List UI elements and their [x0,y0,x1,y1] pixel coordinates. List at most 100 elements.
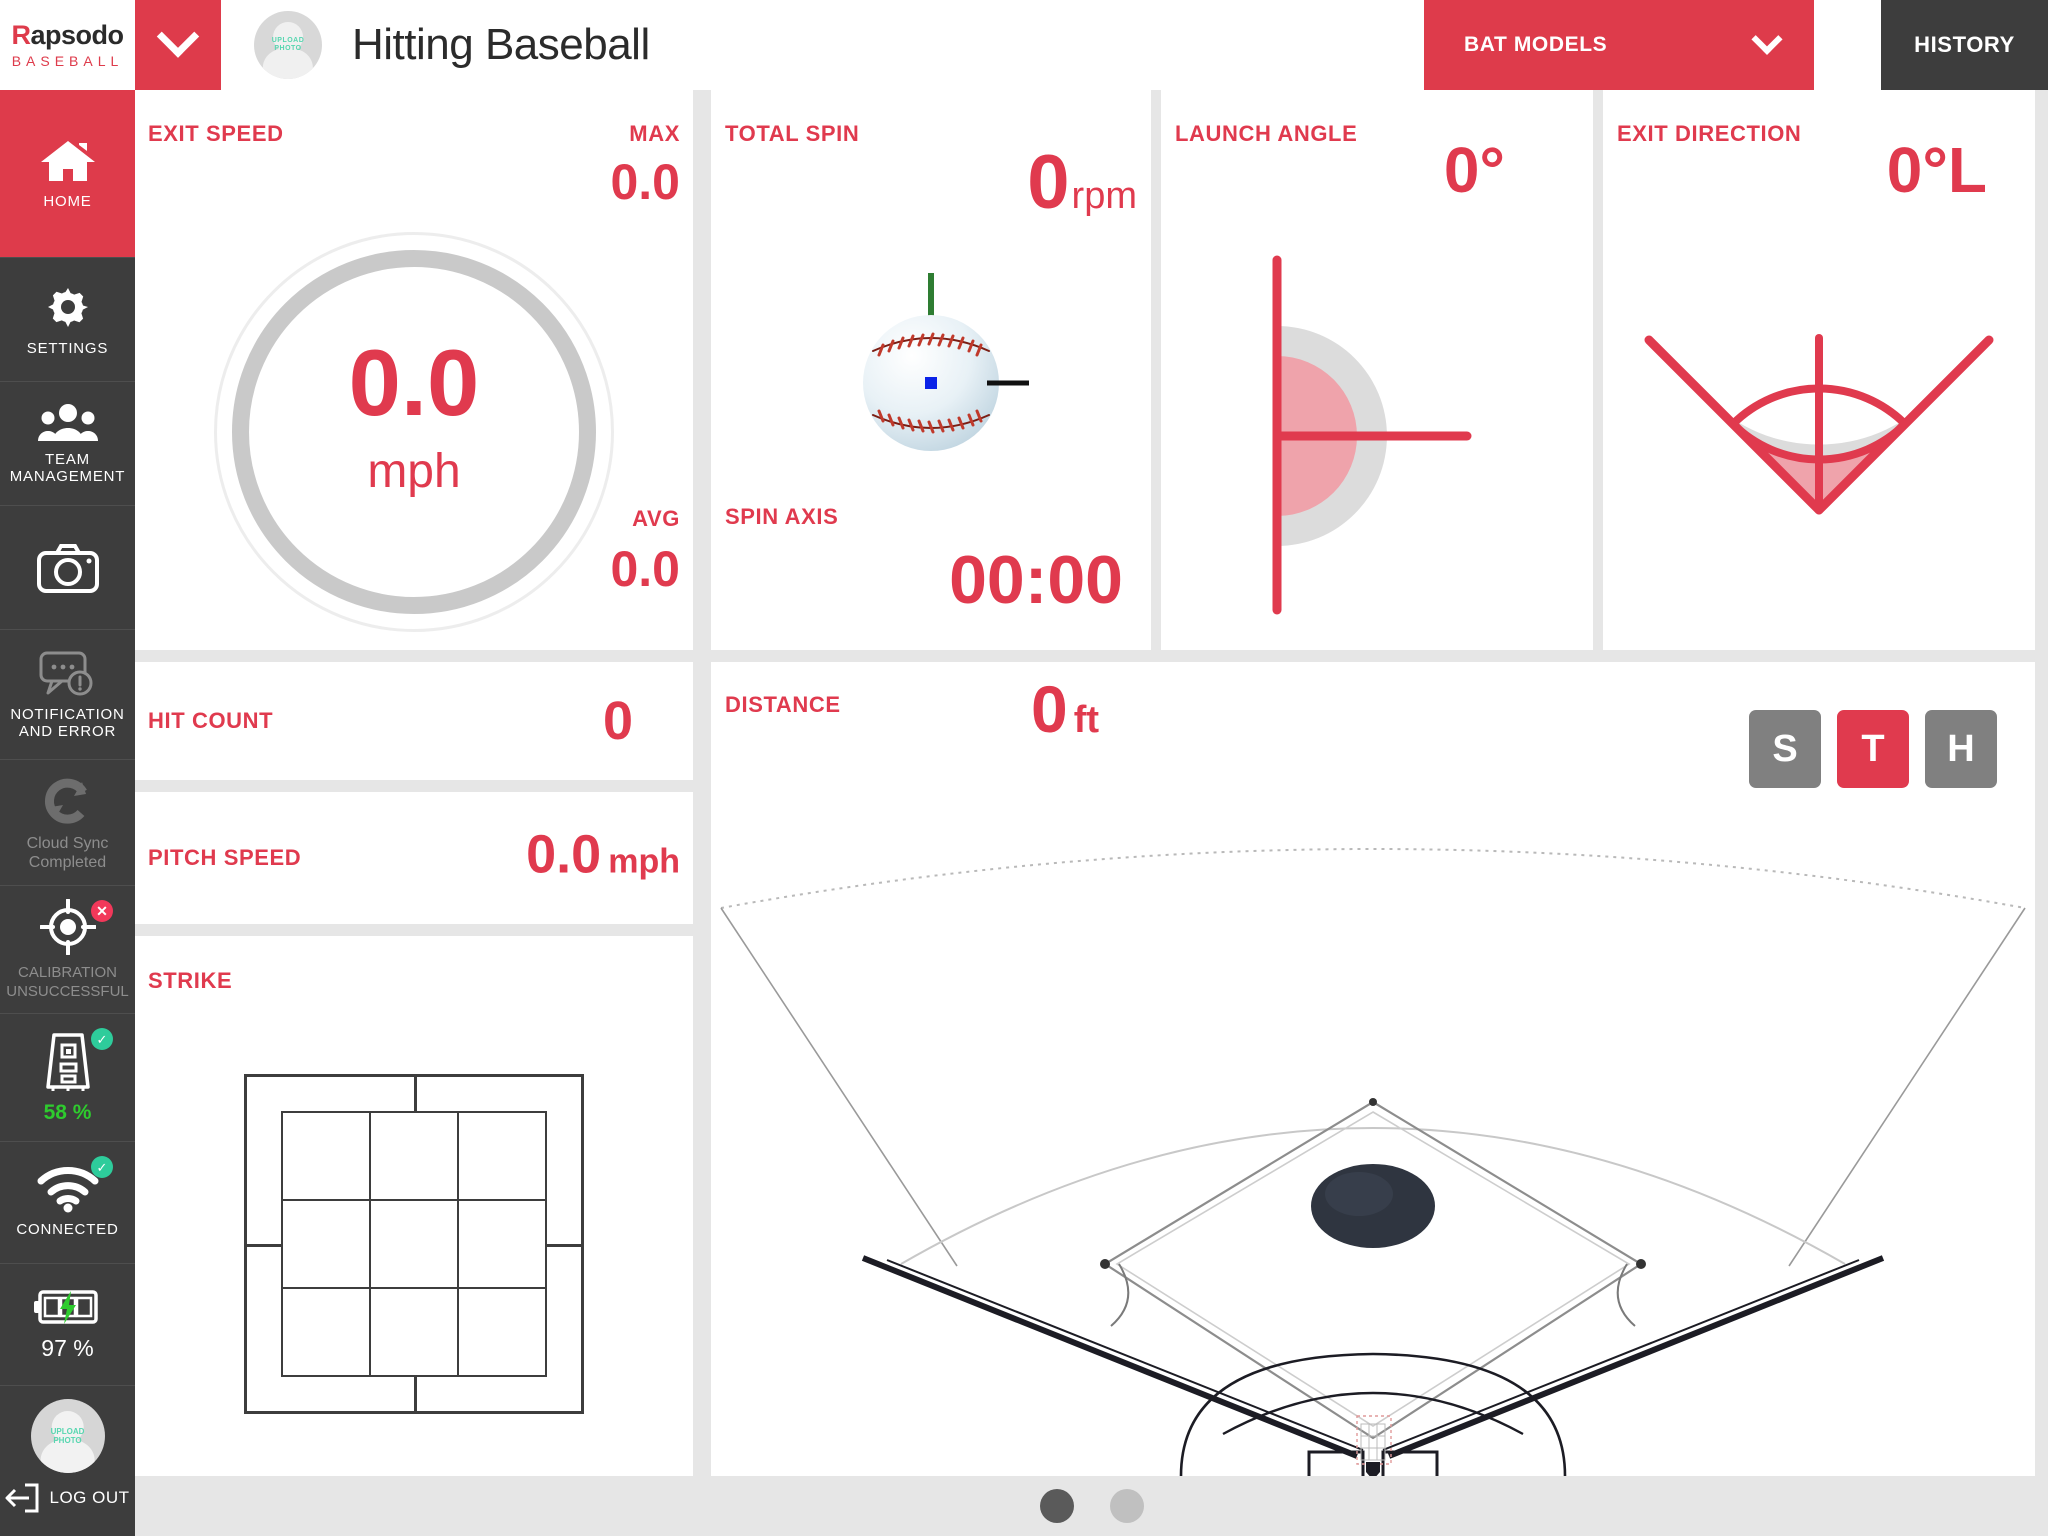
exit-direction-value: 0°L [1886,134,1987,206]
strike-zone-cell[interactable] [457,1111,547,1201]
launch-angle-value: 0° [1443,134,1505,206]
sidebar-item-connection[interactable]: ✓ CONNECTED [0,1142,135,1264]
status-badge-ok: ✓ [91,1156,113,1178]
view-button-h[interactable]: H [1925,710,1997,788]
sidebar-item-label: TEAM MANAGEMENT [10,451,126,485]
logo-rest: apsodo [30,19,124,50]
sidebar-item-label-line2: Completed [28,853,107,871]
strike-zone-grid[interactable] [244,1074,584,1414]
notification-error-icon [38,650,98,698]
pitch-speed-value-group: 0.0 mph [526,828,680,889]
view-button-t[interactable]: T [1837,710,1909,788]
distance-unit: ft [1073,699,1100,741]
pagination-bar [135,1476,2048,1536]
exit-speed-title: EXIT SPEED [148,121,284,146]
exit-speed-avg-label: AVG [632,506,680,531]
device-battery-percent: 58 % [43,1100,92,1124]
strike-card: STRIKE [135,936,693,1476]
strike-zone-divider-right [546,1244,584,1247]
cloud-sync-icon [42,774,94,826]
logout-icon [5,1483,39,1513]
strike-zone-cell[interactable] [281,1111,371,1201]
hit-count-value: 0 [602,691,633,751]
sidebar-item-team-management[interactable]: TEAM MANAGEMENT [0,382,135,506]
avatar[interactable]: UPLOAD PHOTO [30,1399,105,1473]
sidebar-item-label: SETTINGS [26,340,109,357]
sidebar-item-logout[interactable]: UPLOAD PHOTO LOG OUT [0,1386,135,1526]
sidebar-item-label-line2: MANAGEMENT [9,467,126,485]
bat-models-dropdown[interactable]: BAT MODELS [1424,0,1814,90]
camera-icon [36,543,99,593]
page-title: Hitting Baseball [352,20,650,69]
strike-zone-divider-top [414,1074,417,1112]
pitch-speed-unit: mph [608,842,680,881]
exit-speed-value: 0.0 [348,330,480,435]
logo-wordmark: Rapsodo [11,19,124,50]
sidebar-item-label-line2: AND ERROR [18,722,117,740]
avatar-upload-line1: UPLOAD [271,36,305,44]
sidebar-item-tablet-battery[interactable]: 97 % [0,1264,135,1386]
logout-row[interactable]: LOG OUT [5,1483,129,1513]
avatar-upload-line2: PHOTO [274,44,302,52]
sidebar-item-label: Cloud Sync Completed [27,834,109,872]
launch-angle-card: LAUNCH ANGLE 0° [1161,90,1593,650]
sidebar-item-settings[interactable]: SETTINGS [0,258,135,382]
strike-zone-cell[interactable] [369,1199,459,1289]
history-button[interactable]: HISTORY [1881,0,2048,90]
strike-zone-cell[interactable] [457,1199,547,1289]
close-icon: ✕ [96,903,108,919]
avatar-upload-hint: UPLOAD PHOTO [272,37,305,53]
sidebar-item-calibration[interactable]: ✕ CALIBRATION UNSUCCESSFUL [0,886,135,1014]
pitch-speed-card: PITCH SPEED 0.0 mph [135,792,693,924]
strike-zone-cell[interactable] [369,1287,459,1377]
check-icon: ✓ [96,1031,108,1047]
exit-direction-title: EXIT DIRECTION [1617,121,1802,146]
avatar-upload-line2: PHOTO [53,1436,82,1446]
launch-angle-diagram [1272,255,1472,615]
hit-count-card: HIT COUNT 0 [135,662,693,780]
spin-axis-baseball-diagram [711,255,1151,475]
rapsodo-logo: Rapsodo BASEBALL [0,0,135,90]
battery-charging-icon [33,1287,103,1327]
sidebar-item-home[interactable]: HOME [0,90,135,258]
strike-zone-cell[interactable] [281,1287,371,1377]
total-spin-card: TOTAL SPIN 0 rpm SPIN AXIS 00:00 [711,90,1151,650]
sidebar-item-camera[interactable] [0,506,135,630]
sidebar-item-label: NOTIFICATION AND ERROR [10,706,124,740]
strike-zone-cells [281,1111,547,1377]
distance-value-group: 0 ft [1031,676,1099,742]
strike-zone-cell[interactable] [281,1199,371,1289]
baseball-field-diagram[interactable] [711,812,2035,1476]
hit-count-title: HIT COUNT [148,708,274,733]
chevron-down-icon [156,15,200,58]
exit-speed-gauge: 0.0 mph [214,232,614,632]
exit-speed-card: EXIT SPEED MAX 0.0 0.0 mph AVG 0.0 [135,90,693,650]
sidebar-item-notification-and-error[interactable]: NOTIFICATION AND ERROR [0,630,135,760]
sidebar-item-label-line1: NOTIFICATION [10,705,125,723]
strike-zone-divider-bottom [414,1376,417,1414]
field-view-toggle-group: S T H [1749,710,1997,788]
strike-zone-cell[interactable] [369,1111,459,1201]
pagination-dot-2[interactable] [1109,1489,1144,1523]
sidebar: HOME SETTINGS TEAM MANAGEMENT NOTIFICATI… [0,90,135,1536]
device-icon [42,1031,94,1095]
logout-label: LOG OUT [49,1488,130,1507]
avatar[interactable]: UPLOAD PHOTO [254,11,322,79]
exit-speed-avg-value: 0.0 [610,541,680,597]
exit-speed-max-value: 0.0 [610,154,680,210]
main-content: EXIT SPEED MAX 0.0 0.0 mph AVG 0.0 TOTAL… [135,90,2048,1476]
status-badge-error: ✕ [91,900,113,922]
view-button-s[interactable]: S [1749,710,1821,788]
status-badge-ok: ✓ [91,1028,113,1050]
sidebar-item-device-battery[interactable]: ✓ 58 % [0,1014,135,1142]
sidebar-item-label-line1: Cloud Sync [26,834,109,852]
sidebar-item-cloud-sync[interactable]: Cloud Sync Completed [0,760,135,886]
calibration-target-icon [39,898,96,955]
home-icon [39,137,97,185]
header-dropdown-button[interactable] [135,0,221,90]
logo-subtitle: BASEBALL [11,52,124,69]
team-icon [37,403,99,443]
pagination-dot-1[interactable] [1039,1489,1074,1523]
strike-zone-cell[interactable] [457,1287,547,1377]
exit-speed-unit: mph [367,445,461,498]
